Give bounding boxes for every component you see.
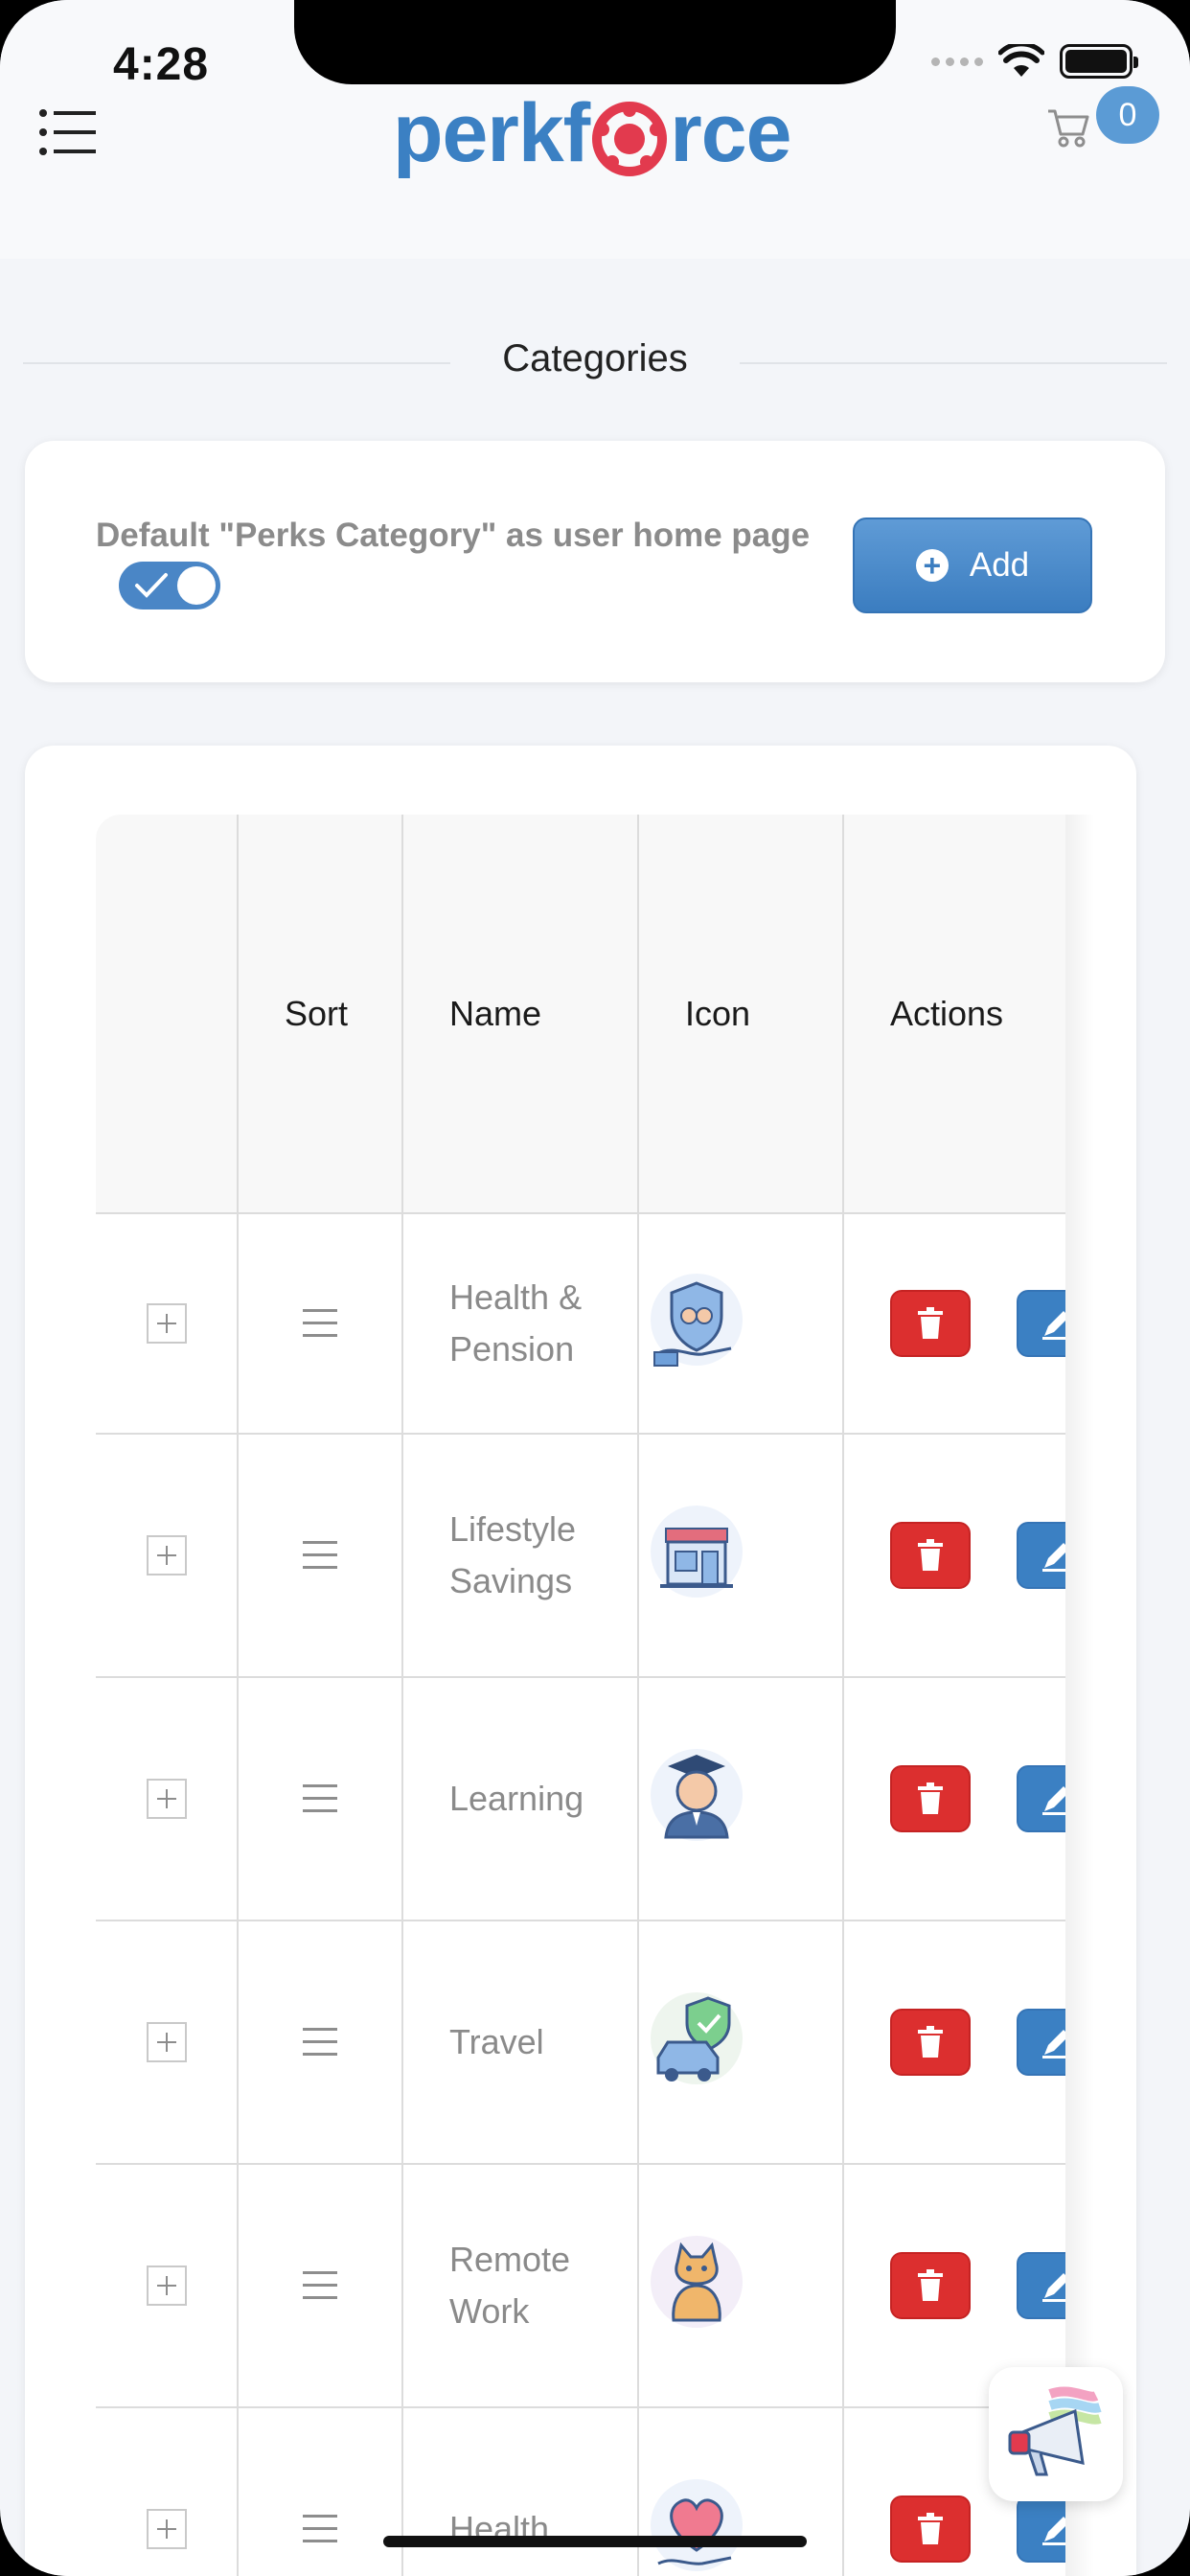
- status-icons: [931, 44, 1138, 79]
- category-name: Health & Pension: [402, 1213, 639, 1435]
- expand-row-icon[interactable]: [146, 1303, 187, 1344]
- logo-mark-icon: [592, 102, 668, 176]
- categories-table: Sort Name Icon Actions Health & Pension: [96, 815, 1065, 2576]
- trash-icon: [918, 1539, 943, 1571]
- expand-row-icon[interactable]: [146, 1535, 187, 1576]
- pencil-icon: [1042, 2030, 1065, 2058]
- scroll-shadow: [1065, 815, 1094, 2576]
- section-header: Categories: [23, 326, 1167, 402]
- page-title: Categories: [502, 337, 688, 380]
- graduate-icon: [651, 1748, 743, 1841]
- trash-icon: [918, 1782, 943, 1814]
- pencil-icon: [1042, 2517, 1065, 2545]
- add-category-button[interactable]: + Add: [853, 518, 1092, 613]
- drag-handle-icon[interactable]: [303, 2028, 337, 2057]
- delete-button[interactable]: [890, 1290, 971, 1357]
- pencil-icon: [1042, 1786, 1065, 1815]
- expand-row-icon[interactable]: [146, 2022, 187, 2062]
- wifi-icon: [998, 44, 1044, 77]
- expand-row-icon[interactable]: [146, 2266, 187, 2306]
- table-row: Remote Work: [96, 2164, 1065, 2408]
- drag-handle-icon[interactable]: [303, 2271, 337, 2300]
- column-header-actions: Actions: [843, 815, 1065, 1214]
- pencil-icon: [1042, 1543, 1065, 1572]
- trash-icon: [918, 2269, 943, 2301]
- drag-handle-icon[interactable]: [303, 2515, 337, 2543]
- status-time: 4:28: [113, 39, 210, 90]
- table-row: Health & Pension: [96, 1213, 1065, 1435]
- delete-button[interactable]: [890, 2496, 971, 2563]
- category-name: Travel: [402, 1920, 639, 2165]
- delete-button[interactable]: [890, 1522, 971, 1589]
- app-screen: 4:28 perkf rce 0 Categories Default "Per…: [0, 0, 1190, 2576]
- table-row: Travel: [96, 1920, 1065, 2165]
- table-scroll-area[interactable]: Sort Name Icon Actions Health & Pension: [96, 815, 1065, 2576]
- device-notch: [294, 0, 896, 84]
- cart-count-badge[interactable]: 0: [1096, 86, 1159, 144]
- edit-button[interactable]: [1017, 1765, 1065, 1832]
- home-page-setting: Default "Perks Category" as user home pa…: [96, 510, 843, 613]
- edit-button[interactable]: [1017, 2252, 1065, 2319]
- drag-handle-icon[interactable]: [303, 1784, 337, 1813]
- pencil-icon: [1042, 1311, 1065, 1340]
- cat-icon: [651, 2235, 743, 2328]
- column-header-name: Name: [402, 815, 639, 1214]
- add-button-label: Add: [969, 546, 1030, 584]
- storefront-icon: [651, 1505, 743, 1598]
- column-header-icon: Icon: [638, 815, 844, 1214]
- plus-circle-icon: +: [915, 549, 949, 582]
- categories-table-card: Sort Name Icon Actions Health & Pension: [25, 746, 1136, 2576]
- home-page-setting-label: Default "Perks Category" as user home pa…: [96, 517, 811, 554]
- home-page-toggle[interactable]: [119, 561, 220, 610]
- feedback-megaphone-button[interactable]: [989, 2367, 1123, 2501]
- column-header-expand: [96, 815, 239, 1214]
- table-row: Learning: [96, 1677, 1065, 1921]
- table-header-row: Sort Name Icon Actions: [96, 815, 1065, 1214]
- check-icon: [135, 572, 168, 598]
- expand-row-icon[interactable]: [146, 1779, 187, 1819]
- app-header: 4:28 perkf rce 0: [0, 0, 1190, 259]
- category-name: Lifestyle Savings: [402, 1434, 639, 1678]
- column-header-sort: Sort: [238, 815, 403, 1214]
- car-shield-icon: [651, 1991, 743, 2084]
- trash-icon: [918, 2513, 943, 2544]
- table-row: Health: [96, 2407, 1065, 2576]
- trash-icon: [918, 1307, 943, 1339]
- shield-hand-icon: [651, 1273, 743, 1367]
- table-row: Lifestyle Savings: [96, 1434, 1065, 1678]
- drag-handle-icon[interactable]: [303, 1541, 337, 1570]
- category-name: Health: [402, 2407, 639, 2576]
- delete-button[interactable]: [890, 2009, 971, 2076]
- menu-icon[interactable]: [38, 107, 98, 157]
- home-indicator[interactable]: [383, 2536, 807, 2547]
- drag-handle-icon[interactable]: [303, 1309, 337, 1338]
- category-name: Learning: [402, 1677, 639, 1921]
- cart-icon[interactable]: [1046, 105, 1090, 150]
- trash-icon: [918, 2026, 943, 2058]
- battery-icon: [1060, 44, 1138, 79]
- megaphone-icon: [1008, 2386, 1102, 2476]
- delete-button[interactable]: [890, 2252, 971, 2319]
- signal-icon: [931, 57, 983, 66]
- edit-button[interactable]: [1017, 2496, 1065, 2563]
- logo-text-left: perkf: [393, 86, 590, 179]
- logo-text-right: rce: [670, 86, 791, 179]
- edit-button[interactable]: [1017, 1290, 1065, 1357]
- edit-button[interactable]: [1017, 1522, 1065, 1589]
- delete-button[interactable]: [890, 1765, 971, 1832]
- category-name: Remote Work: [402, 2164, 639, 2408]
- heart-hand-icon: [651, 2478, 743, 2571]
- divider: [740, 362, 1167, 364]
- edit-button[interactable]: [1017, 2009, 1065, 2076]
- settings-card: Default "Perks Category" as user home pa…: [25, 441, 1165, 682]
- pencil-icon: [1042, 2273, 1065, 2302]
- expand-row-icon[interactable]: [146, 2509, 187, 2549]
- perkforce-logo[interactable]: perkf rce: [393, 80, 791, 186]
